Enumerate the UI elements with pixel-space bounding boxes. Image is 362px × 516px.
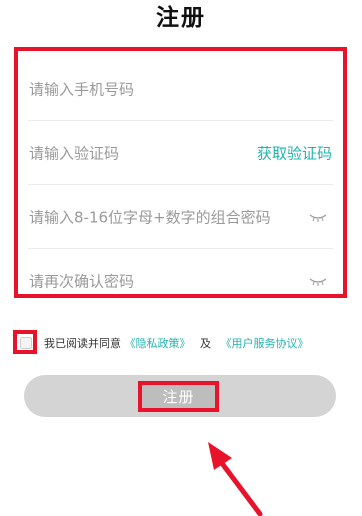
code-input[interactable]: 请输入验证码 bbox=[29, 142, 119, 163]
agreement-prefix: 我已阅读并同意 bbox=[44, 337, 121, 350]
agreement-text: 我已阅读并同意 《隐私政策》 及 《用户服务协议》 bbox=[44, 335, 309, 351]
password-input[interactable]: 请输入8-16位字母+数字的组合密码 bbox=[29, 206, 271, 227]
phone-field[interactable]: 请输入手机号码 bbox=[28, 57, 333, 121]
privacy-policy-link[interactable]: 《隐私政策》 bbox=[125, 337, 191, 350]
confirm-password-field[interactable]: 请再次确认密码 bbox=[28, 249, 333, 313]
register-button[interactable]: 注册 bbox=[138, 381, 219, 412]
register-form: 请输入手机号码 请输入验证码 获取验证码 请输入8-16位字母+数字的组合密码 … bbox=[14, 47, 347, 298]
register-button-label: 注册 bbox=[162, 388, 195, 406]
page-title: 注册 bbox=[156, 5, 206, 31]
get-code-button[interactable]: 获取验证码 bbox=[257, 142, 332, 163]
phone-input[interactable]: 请输入手机号码 bbox=[29, 78, 134, 99]
checkbox-highlight bbox=[13, 330, 37, 354]
agreement-checkbox[interactable] bbox=[20, 337, 32, 349]
agreement-and: 及 bbox=[200, 337, 211, 350]
eye-closed-icon[interactable] bbox=[309, 212, 327, 222]
code-field[interactable]: 请输入验证码 获取验证码 bbox=[28, 121, 333, 185]
agreement-row: 我已阅读并同意 《隐私政策》 及 《用户服务协议》 bbox=[13, 330, 353, 354]
eye-closed-icon[interactable] bbox=[309, 276, 327, 286]
arrow-annotation bbox=[208, 442, 263, 516]
service-agreement-link[interactable]: 《用户服务协议》 bbox=[221, 337, 309, 350]
confirm-password-input[interactable]: 请再次确认密码 bbox=[29, 271, 134, 292]
password-field[interactable]: 请输入8-16位字母+数字的组合密码 bbox=[28, 185, 333, 249]
